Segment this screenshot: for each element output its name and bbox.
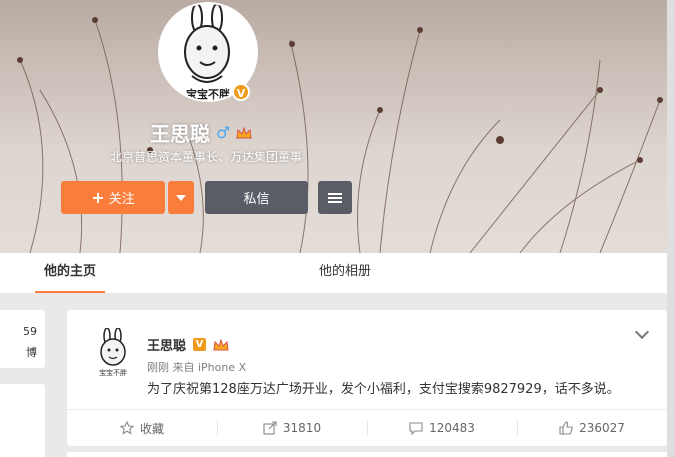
profile-bio: 北京普思资本董事长、万达集团董事 [109, 150, 302, 164]
profile-name-row: 王思聪 ♂ [150, 118, 252, 147]
vip-crown-icon[interactable] [236, 125, 252, 140]
caret-down-icon [176, 194, 186, 201]
post-author-row: 王思聪 V [147, 335, 229, 354]
comment-icon [409, 422, 423, 435]
comment-button[interactable]: 120483 [367, 410, 517, 446]
follow-button[interactable]: + 关注 [61, 181, 165, 214]
thumbs-up-icon [559, 421, 573, 435]
vip-crown-icon[interactable] [213, 337, 229, 352]
more-menu-button[interactable] [318, 181, 352, 214]
male-gender-icon: ♂ [216, 123, 231, 142]
cover-banner: 宝宝不胖 V 王思聪 ♂ 北京普思资本董事长、万达集团董事 + 关注 私信 [0, 0, 675, 253]
favorite-label: 收藏 [139, 421, 164, 436]
verified-badge-icon: V [232, 83, 250, 101]
follow-label: 关注 [108, 192, 135, 207]
star-icon [119, 421, 134, 435]
left-side-card [0, 384, 45, 457]
profile-name: 王思聪 [150, 122, 210, 146]
chevron-down-icon[interactable] [634, 324, 650, 340]
stat-label[interactable]: 博 [26, 344, 37, 360]
post-card: 宝宝不胖 王思聪 V 刚刚 来自 iPhone X 为了庆祝第128座万达广场开… [67, 310, 667, 446]
follow-dropdown-button[interactable] [168, 181, 194, 214]
left-stats-card: 59 博 [0, 310, 45, 368]
stat-value: 59 [23, 325, 37, 338]
cover-plant-illustration [17, 17, 663, 253]
post-author-name[interactable]: 王思聪 [147, 335, 186, 354]
hamburger-icon [328, 191, 342, 205]
repost-button[interactable]: 31810 [217, 410, 367, 446]
page-scrollbar[interactable] [667, 0, 675, 457]
tab-home[interactable]: 他的主页 [35, 253, 105, 293]
comment-count: 120483 [429, 421, 475, 435]
tab-album[interactable]: 他的相册 [310, 253, 380, 293]
favorite-button[interactable]: 收藏 [67, 410, 217, 446]
post-text: 为了庆祝第128座万达广场开业，发个小福利，支付宝搜索9827929，话不多说。 [147, 382, 620, 397]
message-button[interactable]: 私信 [205, 181, 308, 214]
like-button[interactable]: 236027 [517, 410, 667, 446]
repost-count: 31810 [282, 421, 322, 435]
next-post-card-edge [67, 452, 667, 457]
like-count: 236027 [579, 421, 625, 435]
post-avatar-caption: 宝宝不胖 [99, 369, 127, 377]
post-actions: 收藏 31810 120483 236027 [67, 409, 667, 446]
verified-badge-icon: V [192, 337, 208, 352]
post-meta: 刚刚 来自 iPhone X [147, 361, 247, 374]
plus-icon: + [91, 188, 105, 207]
share-icon [263, 421, 277, 435]
profile-tabs: 他的主页 他的相册 [0, 253, 667, 293]
